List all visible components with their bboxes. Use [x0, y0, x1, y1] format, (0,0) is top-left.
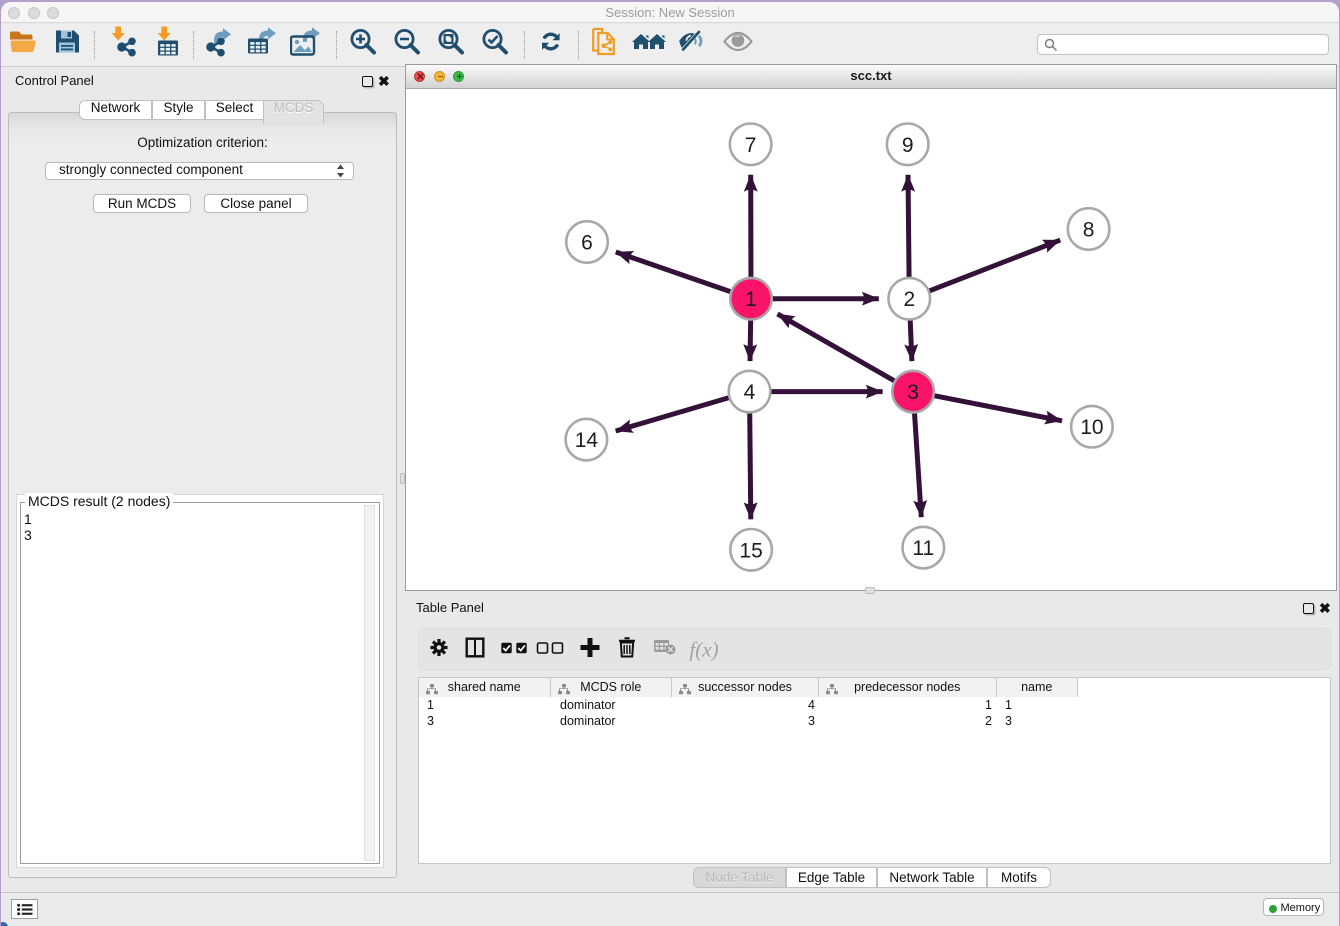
- svg-text:11: 11: [912, 537, 934, 560]
- svg-text:7: 7: [745, 134, 757, 157]
- svg-text:6: 6: [581, 232, 593, 255]
- svg-text:2: 2: [903, 288, 915, 311]
- svg-text:14: 14: [575, 429, 599, 452]
- svg-text:15: 15: [739, 539, 762, 562]
- svg-text:1: 1: [745, 288, 757, 311]
- svg-text:3: 3: [907, 381, 919, 404]
- svg-text:9: 9: [902, 134, 914, 157]
- svg-text:8: 8: [1083, 219, 1095, 242]
- svg-text:10: 10: [1080, 416, 1103, 439]
- svg-text:4: 4: [744, 381, 756, 404]
